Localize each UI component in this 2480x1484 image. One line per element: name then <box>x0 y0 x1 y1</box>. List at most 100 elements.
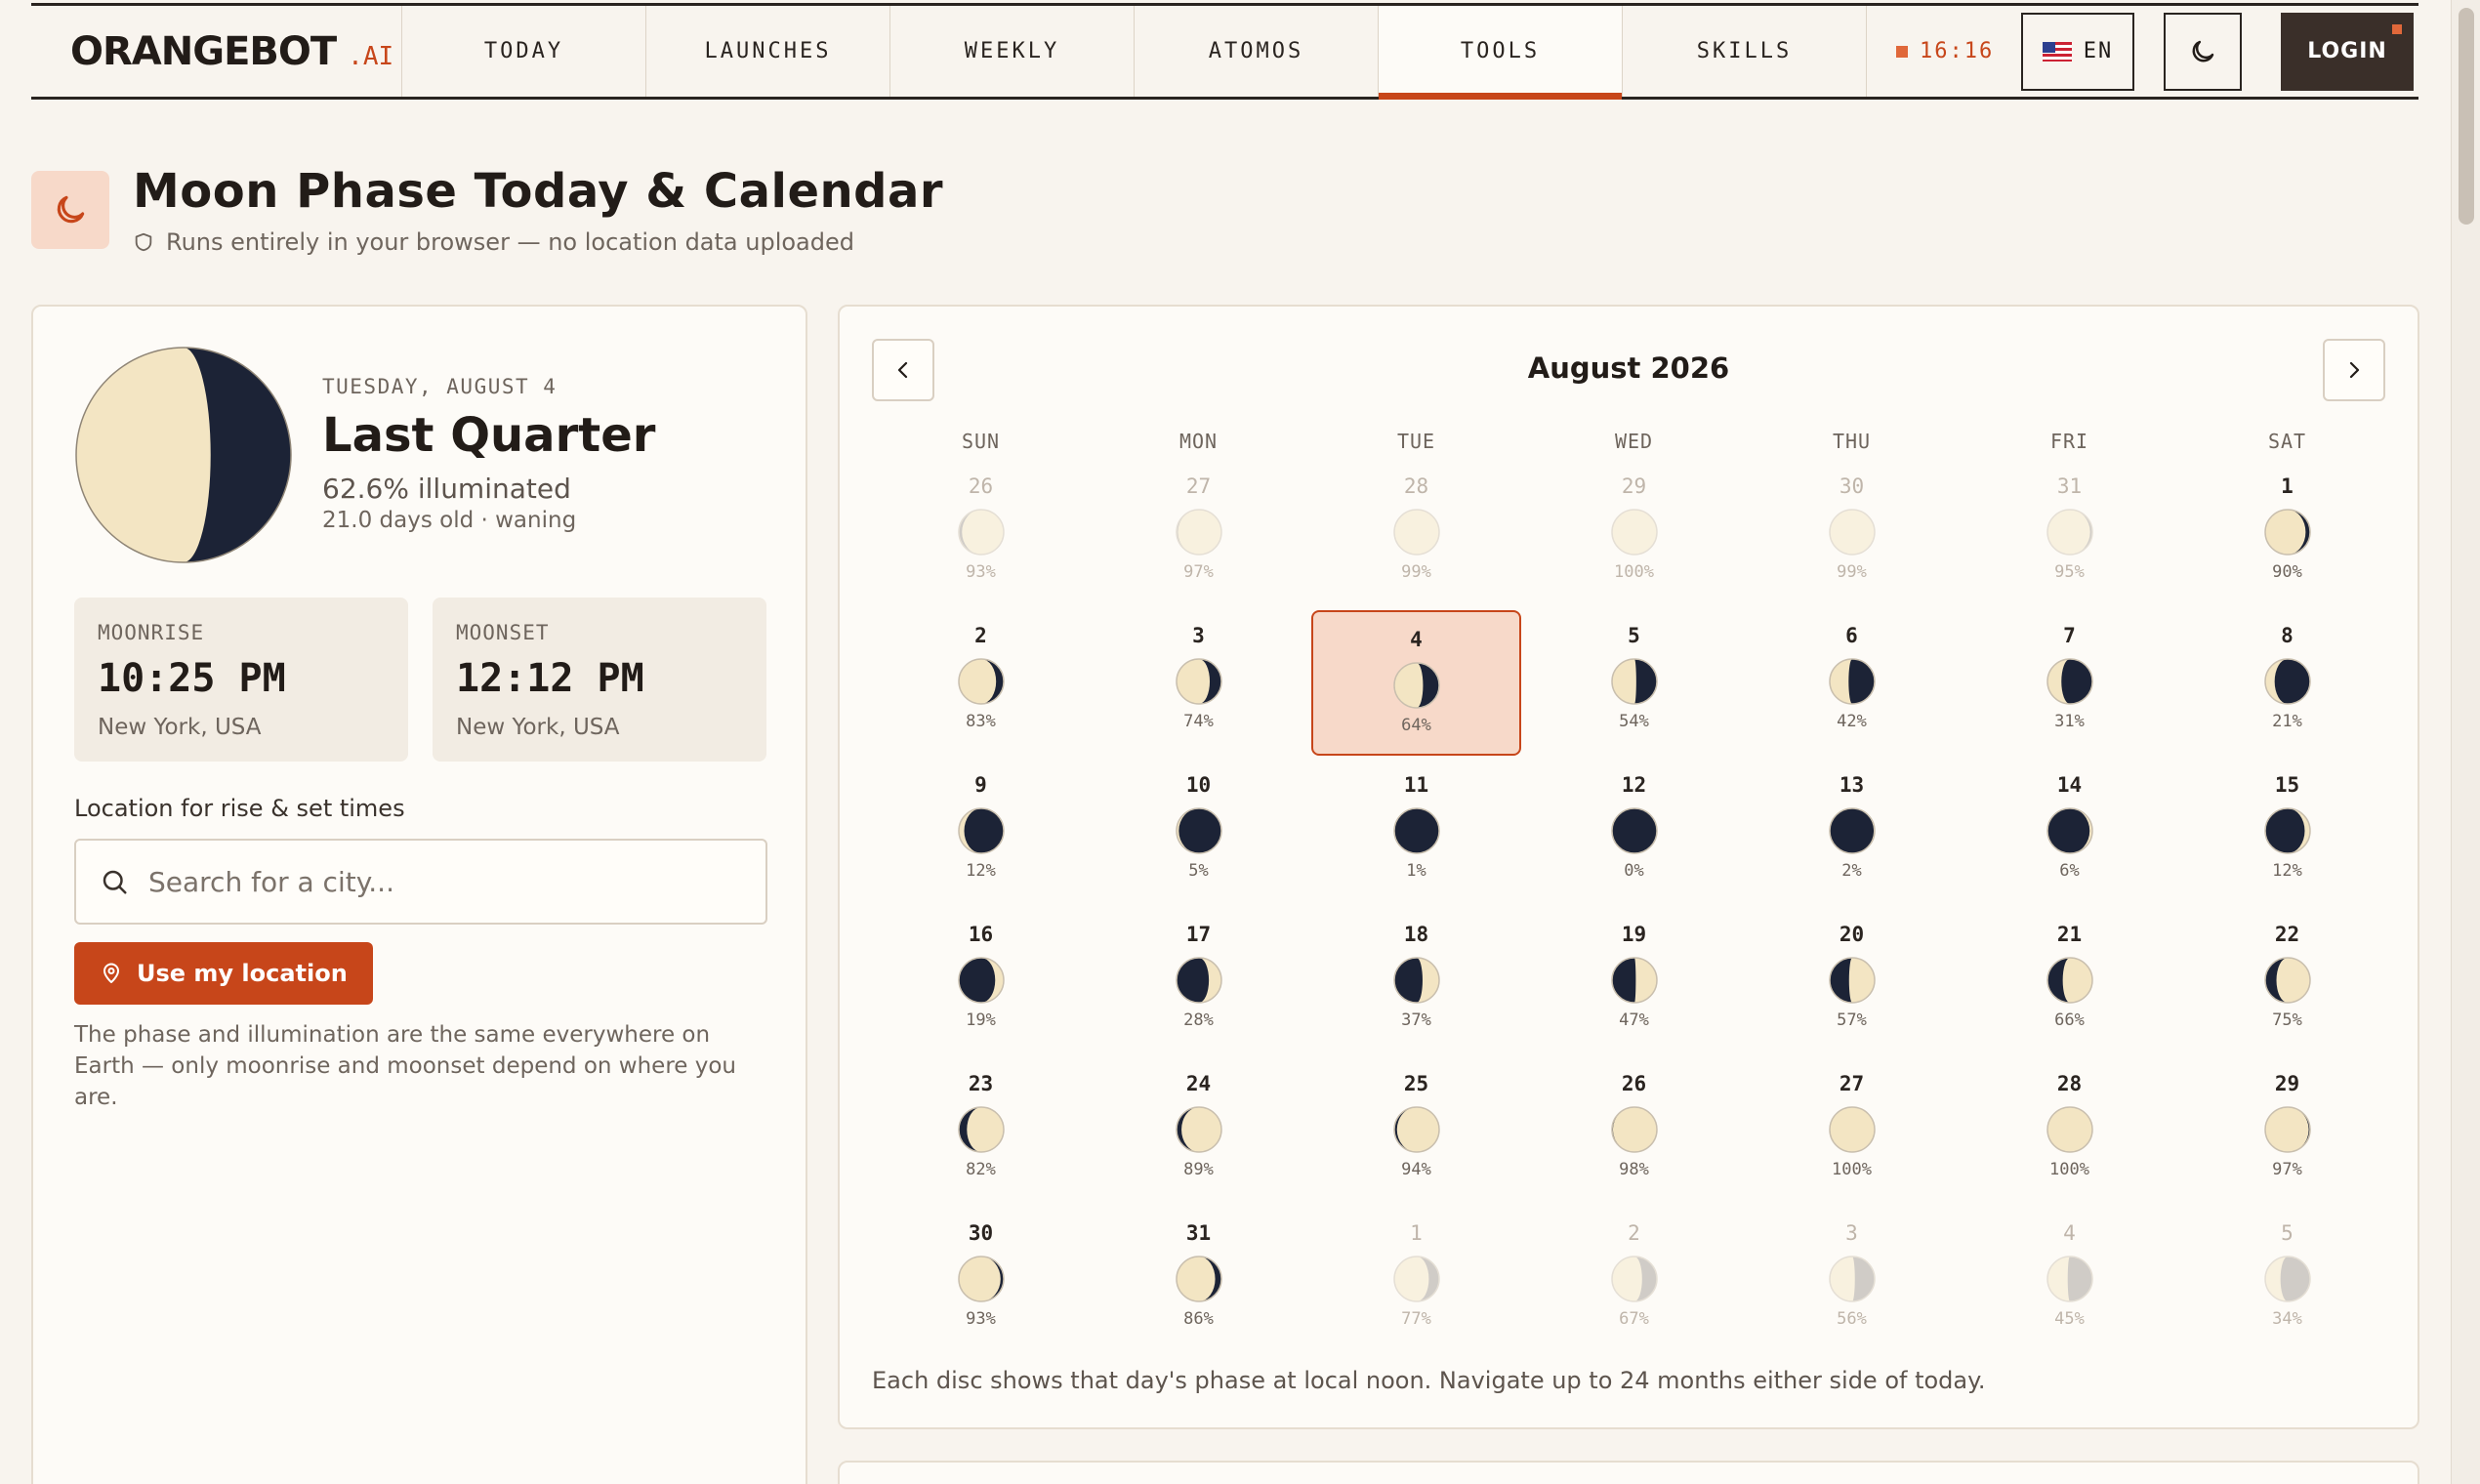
calendar-day[interactable]: 7 31% <box>1961 608 2178 758</box>
use-my-location-label: Use my location <box>137 960 348 987</box>
calendar-day[interactable]: 24 89% <box>1090 1056 1307 1206</box>
calendar-day[interactable]: 31 86% <box>1090 1206 1307 1355</box>
calendar-day[interactable]: 29 100% <box>1525 459 1743 608</box>
scrollbar[interactable] <box>2451 0 2480 1484</box>
illumination-percent: 6% <box>2059 861 2080 881</box>
illumination-percent: 90% <box>2272 562 2302 582</box>
illumination-percent: 19% <box>966 1010 996 1030</box>
calendar-day[interactable]: 14 6% <box>1961 758 2178 907</box>
crescent-moon-icon <box>57 195 85 224</box>
tab-launches[interactable]: LAUNCHES <box>646 6 890 97</box>
day-number: 2 <box>1628 1221 1640 1245</box>
moon-phase-disc <box>1610 1106 1658 1153</box>
calendar-day[interactable]: 30 99% <box>1743 459 1961 608</box>
illumination-percent: 95% <box>2054 562 2085 582</box>
location-note: The phase and illumination are the same … <box>74 1022 737 1110</box>
calendar-day[interactable]: 9 12% <box>872 758 1090 907</box>
calendar-grid: SUN MON TUE WED THU FRI SAT 26 93% 27 97% 28… <box>872 424 2395 1355</box>
moonrise-place: New York, USA <box>98 715 262 740</box>
calendar-day[interactable]: 20 57% <box>1743 907 1961 1056</box>
calendar-day[interactable]: 26 98% <box>1525 1056 1743 1206</box>
calendar-day-today[interactable]: 4 64% <box>1311 610 1521 756</box>
moon-phase-disc <box>2046 1256 2093 1302</box>
moon-phase-disc <box>2046 957 2093 1004</box>
notification-dot <box>2392 23 2402 34</box>
calendar-day[interactable]: 23 82% <box>872 1056 1090 1206</box>
moon-phase-disc <box>1610 658 1658 705</box>
calendar-day[interactable]: 12 0% <box>1525 758 1743 907</box>
calendar-day[interactable]: 28 99% <box>1307 459 1525 608</box>
illumination-percent: 54% <box>1619 712 1649 731</box>
day-number: 8 <box>2281 624 2294 647</box>
calendar-day[interactable]: 27 100% <box>1743 1056 1961 1206</box>
calendar-day[interactable]: 26 93% <box>872 459 1090 608</box>
calendar-day[interactable]: 29 97% <box>2178 1056 2396 1206</box>
city-search[interactable] <box>74 839 767 925</box>
illumination-percent: 31% <box>2054 712 2085 731</box>
clock-time: 16:16 <box>1920 39 1995 63</box>
moon-phase-disc <box>957 957 1005 1004</box>
calendar-month-title: August 2026 <box>1527 351 1730 385</box>
calendar-day[interactable]: 17 28% <box>1090 907 1307 1056</box>
tab-today[interactable]: TODAY <box>402 6 646 97</box>
day-number: 15 <box>2274 773 2300 797</box>
day-number: 19 <box>1621 923 1647 946</box>
illumination-percent: 100% <box>2049 1160 2089 1179</box>
moon-phase-disc <box>2046 807 2093 854</box>
calendar-day[interactable]: 15 12% <box>2178 758 2396 907</box>
illumination-percent: 97% <box>2272 1160 2302 1179</box>
moonrise-time: 10:25 PM <box>98 656 286 701</box>
calendar-day[interactable]: 1 90% <box>2178 459 2396 608</box>
brand-logo[interactable]: ORANGEBOT .AI <box>31 6 402 97</box>
day-number: 26 <box>968 474 994 498</box>
illumination-percent: 77% <box>1401 1309 1431 1329</box>
calendar-day[interactable]: 19 47% <box>1525 907 1743 1056</box>
weekday-label: FRI <box>2049 430 2089 453</box>
day-number: 1 <box>1410 1221 1423 1245</box>
illumination-percent: 74% <box>1183 712 1214 731</box>
login-button[interactable]: LOGIN <box>2281 12 2414 91</box>
tab-weekly[interactable]: WEEKLY <box>890 6 1135 97</box>
tab-atomos[interactable]: ATOMOS <box>1135 6 1379 97</box>
language-button[interactable]: EN <box>2021 12 2134 91</box>
calendar-day[interactable]: 25 94% <box>1307 1056 1525 1206</box>
calendar-day[interactable]: 5 34% <box>2178 1206 2396 1355</box>
theme-toggle-button[interactable] <box>2164 12 2242 91</box>
calendar-day[interactable]: 28 100% <box>1961 1056 2178 1206</box>
calendar-day[interactable]: 3 74% <box>1090 608 1307 758</box>
calendar-day[interactable]: 4 45% <box>1961 1206 2178 1355</box>
moonrise-label: MOONRISE <box>98 621 205 644</box>
calendar-day[interactable]: 5 54% <box>1525 608 1743 758</box>
calendar-day[interactable]: 31 95% <box>1961 459 2178 608</box>
day-number: 20 <box>1839 923 1865 946</box>
calendar-day[interactable]: 22 75% <box>2178 907 2396 1056</box>
day-number: 13 <box>1839 773 1865 797</box>
calendar-day[interactable]: 30 93% <box>872 1206 1090 1355</box>
calendar-day[interactable]: 16 19% <box>872 907 1090 1056</box>
day-number: 30 <box>968 1221 994 1245</box>
moon-phase-disc <box>1828 1256 1876 1302</box>
calendar-day[interactable]: 2 67% <box>1525 1206 1743 1355</box>
nav-actions: 16:16 EN LOGIN <box>1867 6 2414 97</box>
calendar-day[interactable]: 8 21% <box>2178 608 2396 758</box>
calendar-day[interactable]: 6 42% <box>1743 608 1961 758</box>
day-number: 3 <box>1845 1221 1858 1245</box>
use-my-location-button[interactable]: Use my location <box>74 942 373 1005</box>
calendar-day[interactable]: 18 37% <box>1307 907 1525 1056</box>
calendar-day[interactable]: 10 5% <box>1090 758 1307 907</box>
calendar-day[interactable]: 3 56% <box>1743 1206 1961 1355</box>
brand-name: ORANGEBOT <box>70 28 337 74</box>
calendar-day[interactable]: 2 83% <box>872 608 1090 758</box>
calendar-day[interactable]: 21 66% <box>1961 907 2178 1056</box>
calendar-day[interactable]: 1 77% <box>1307 1206 1525 1355</box>
calendar-day[interactable]: 11 1% <box>1307 758 1525 907</box>
tab-skills[interactable]: SKILLS <box>1623 6 1867 97</box>
city-search-input[interactable] <box>148 865 734 898</box>
next-month-button[interactable] <box>2323 339 2385 401</box>
moon-phase-disc <box>2263 957 2311 1004</box>
tab-tools[interactable]: TOOLS <box>1379 6 1623 100</box>
scrollbar-thumb[interactable] <box>2459 8 2474 225</box>
calendar-day[interactable]: 27 97% <box>1090 459 1307 608</box>
weekday-header: SUN MON TUE WED THU FRI SAT <box>872 424 2395 459</box>
calendar-day[interactable]: 13 2% <box>1743 758 1961 907</box>
